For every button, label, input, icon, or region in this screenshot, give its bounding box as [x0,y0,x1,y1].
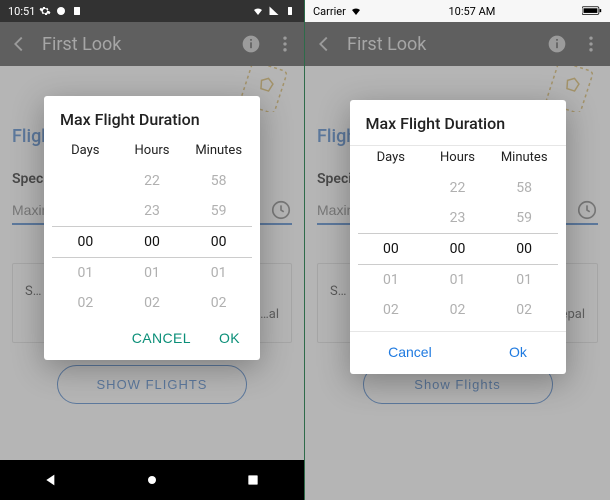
duration-picker-dialog: Max Flight Duration Days Hours Minutes 2… [350,100,566,374]
wheel-value-selected[interactable]: 00 [491,241,558,257]
gear-icon [39,5,51,17]
picker-header: Days Hours Minutes [350,146,566,173]
picker-wheels[interactable]: 2258 2359 000000 010101 020202 [350,173,566,325]
wifi-icon [252,5,264,17]
wheel-value[interactable]: 58 [491,180,558,196]
ios-device: Carrier 10:57 AM First Look Fligh… [305,0,610,500]
battery-icon [284,5,296,17]
wifi-icon [350,5,362,17]
status-time: 10:51 [8,5,35,18]
status-carrier: Carrier [313,5,346,18]
col-header-days: Days [52,143,119,158]
wheel-value-selected[interactable]: 00 [185,234,252,250]
android-status-bar: 10:51 [0,0,304,22]
ok-button[interactable]: OK [219,330,240,346]
wheel-value[interactable]: 01 [185,265,252,281]
android-nav-bar [0,460,304,500]
picker-header: Days Hours Minutes [44,139,260,166]
wheel-value[interactable]: 59 [185,203,252,219]
wheel-value[interactable]: 02 [491,302,558,318]
cancel-button[interactable]: Cancel [388,344,432,360]
wheel-value[interactable]: 22 [424,180,491,196]
wheel-value[interactable]: 02 [119,295,186,311]
wheel-value[interactable]: 01 [424,272,491,288]
wheel-value[interactable]: 02 [358,302,425,318]
wheel-value[interactable]: 01 [358,272,425,288]
wheel-value[interactable]: 58 [185,173,252,189]
wheel-value[interactable]: 02 [52,295,119,311]
wheel-value[interactable]: 01 [52,265,119,281]
wheel-value[interactable]: 59 [491,210,558,226]
wheel-value[interactable]: 01 [119,265,186,281]
col-header-minutes: Minutes [491,150,558,165]
ok-button[interactable]: Ok [509,344,527,360]
signal-icon [268,5,280,17]
dialog-title: Max Flight Duration [44,96,260,139]
wheel-value-selected[interactable]: 00 [52,234,119,250]
picker-wheels[interactable]: 2258 2359 000000 010101 020202 [44,166,260,318]
wheel-value[interactable]: 23 [119,203,186,219]
dialog-actions: Cancel Ok [350,331,566,374]
wheel-value-selected[interactable]: 00 [358,241,425,257]
wheel-value[interactable]: 02 [185,295,252,311]
wheel-value-selected[interactable]: 00 [424,241,491,257]
wheel-value-selected[interactable]: 00 [119,234,186,250]
android-device: 10:51 First Look [0,0,305,500]
nav-back-button[interactable] [43,472,59,488]
wheel-value[interactable]: 23 [424,210,491,226]
col-header-minutes: Minutes [185,143,252,158]
wheel-value[interactable]: 22 [119,173,186,189]
nav-recent-button[interactable] [245,472,261,488]
app-icon [71,5,83,17]
dialog-title: Max Flight Duration [350,100,566,146]
duration-picker-dialog: Max Flight Duration Days Hours Minutes 2… [44,96,260,360]
wheel-value[interactable]: 02 [424,302,491,318]
col-header-hours: Hours [424,150,491,165]
col-header-hours: Hours [119,143,186,158]
cancel-button[interactable]: CANCEL [132,330,191,346]
dialog-actions: CANCEL OK [44,318,260,360]
nav-home-button[interactable] [144,472,160,488]
battery-icon [582,5,602,17]
gear-icon [55,5,67,17]
wheel-value[interactable]: 01 [491,272,558,288]
status-time: 10:57 AM [362,5,582,18]
col-header-days: Days [358,150,425,165]
ios-status-bar: Carrier 10:57 AM [305,0,610,22]
